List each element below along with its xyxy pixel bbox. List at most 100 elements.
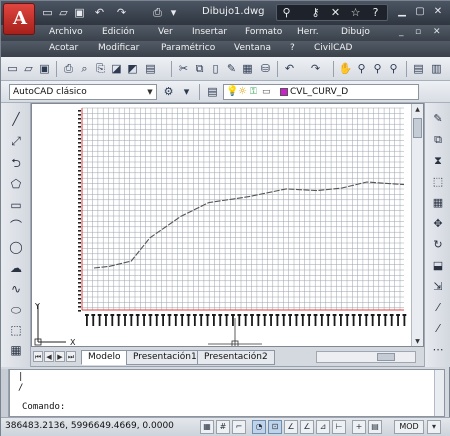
copy-icon[interactable]: ⧉ <box>192 61 207 76</box>
polar-icon[interactable]: ◔ <box>252 420 266 434</box>
properties-icon[interactable]: ▤ <box>411 61 426 76</box>
first-tab-icon[interactable]: ⏮ <box>33 351 43 362</box>
tray-settings-icon[interactable]: ▾ <box>427 420 441 434</box>
new-icon[interactable]: ▭ <box>41 6 54 19</box>
menu-parametrico[interactable]: Paramétrico <box>161 43 215 53</box>
horizontal-scrollbar[interactable] <box>316 351 416 363</box>
rotate-icon[interactable]: ↻ <box>430 237 446 253</box>
arc-icon[interactable]: ⌒ <box>8 218 24 234</box>
help-icon[interactable]: ? <box>369 6 382 19</box>
redo-tool-icon[interactable]: ↷ <box>308 61 323 76</box>
match-properties-icon[interactable]: ✎ <box>224 61 239 76</box>
doc-close-icon[interactable]: ✕ <box>433 27 441 37</box>
drawing-area[interactable]: Y X ▲ ▼ <box>31 103 424 347</box>
exchange-icon[interactable]: ✕ <box>329 6 342 19</box>
menu-archivo[interactable]: Archivo <box>49 27 83 37</box>
grid-icon[interactable]: # <box>216 420 230 434</box>
doc-minimize-icon[interactable]: _ <box>399 27 404 37</box>
otrack-icon[interactable]: ∠ <box>300 420 314 434</box>
zoom-realtime-icon[interactable]: ⚲ <box>354 61 369 76</box>
block-editor-icon[interactable]: ▦ <box>240 61 255 76</box>
insert-block-icon[interactable]: ⬚ <box>8 322 24 338</box>
application-menu-button[interactable]: A <box>3 3 35 35</box>
line-icon[interactable]: ╱ <box>8 111 24 127</box>
command-prompt[interactable]: Comando: <box>22 402 65 412</box>
undo-tool-icon[interactable]: ↶ <box>282 61 297 76</box>
hatch-icon[interactable]: ▦ <box>8 342 24 358</box>
construction-line-icon[interactable]: ⤢ <box>8 133 24 149</box>
prev-tab-icon[interactable]: ◀ <box>44 351 54 362</box>
rectangle-icon[interactable]: ▭ <box>8 197 24 213</box>
plot-icon[interactable]: ⎙ <box>151 6 164 19</box>
3d-dwf-icon[interactable]: ◪ <box>109 61 124 76</box>
star-icon[interactable]: ☆ <box>349 6 362 19</box>
dyn-icon[interactable]: ⊢ <box>332 420 346 434</box>
zoom-window-icon[interactable]: ⚲ <box>370 61 385 76</box>
menu-ver[interactable]: Ver <box>158 27 173 37</box>
trim-icon[interactable]: ⁄ <box>430 300 446 316</box>
close-icon[interactable]: ✕ <box>431 5 445 19</box>
mirror-icon[interactable]: ⧗ <box>430 153 446 169</box>
menu-acotar[interactable]: Acotar <box>49 43 78 53</box>
menu-ayuda[interactable]: ? <box>290 43 295 53</box>
offset-icon[interactable]: ⬚ <box>430 174 446 190</box>
next-tab-icon[interactable]: ▶ <box>55 351 65 362</box>
etransmit-icon[interactable]: ◩ <box>125 61 140 76</box>
open-icon[interactable]: ▱ <box>57 6 70 19</box>
vertical-scrollbar[interactable]: ▲ ▼ <box>411 104 423 346</box>
command-scrollbar[interactable] <box>434 370 444 416</box>
command-window-grip[interactable] <box>1 369 9 417</box>
revcloud-icon[interactable]: ☁ <box>8 260 24 276</box>
workspace-settings-icon[interactable]: ⚙ <box>161 84 176 99</box>
spline-icon[interactable]: ∿ <box>8 281 24 297</box>
qnew-icon[interactable]: ▭ <box>5 61 20 76</box>
cut-icon[interactable]: ✂ <box>176 61 191 76</box>
doc-restore-icon[interactable]: ▫ <box>415 27 421 37</box>
scale-icon[interactable]: ⬓ <box>430 258 446 274</box>
lineweight-icon[interactable]: + <box>352 420 366 434</box>
undo-icon[interactable]: ↶ <box>93 6 106 19</box>
scroll-thumb[interactable] <box>413 118 422 138</box>
copy-object-icon[interactable]: ⧉ <box>430 132 446 148</box>
binoculars-icon[interactable]: ⚲ <box>280 6 293 19</box>
polygon-icon[interactable]: ⬠ <box>8 176 24 192</box>
stretch-icon[interactable]: ⇲ <box>430 279 446 295</box>
save-icon[interactable]: ▣ <box>73 6 86 19</box>
menu-edicion[interactable]: Edición <box>102 27 135 37</box>
layer-select[interactable]: 💡 ☼ ⚿ ▭ CVL_CURV_D <box>223 84 419 100</box>
menu-insertar[interactable]: Insertar <box>192 27 227 37</box>
tab-presentacion1[interactable]: Presentación1 <box>126 350 204 365</box>
qp-icon[interactable]: ▤ <box>368 420 382 434</box>
pdf-icon[interactable]: ▤ <box>143 61 158 76</box>
menu-modificar[interactable]: Modificar <box>98 43 139 53</box>
print-preview-icon[interactable]: ⌕ <box>77 61 92 76</box>
print-icon[interactable]: ⎙ <box>61 61 76 76</box>
polyline-icon[interactable]: ⮌ <box>8 155 24 171</box>
circle-icon[interactable]: ◯ <box>8 239 24 255</box>
restore-icon[interactable]: ▢ <box>413 5 427 19</box>
scroll-up-icon[interactable]: ▲ <box>413 105 422 115</box>
menu-ventana[interactable]: Ventana <box>234 43 271 53</box>
3d-osnap-icon[interactable]: ∠ <box>284 420 298 434</box>
ellipse-icon[interactable]: ⬭ <box>8 302 24 318</box>
tab-presentacion2[interactable]: Presentación2 <box>197 350 275 365</box>
menu-herr[interactable]: Herr. <box>297 27 319 37</box>
array-icon[interactable]: ▦ <box>430 195 446 211</box>
layer-manager-icon[interactable]: ▤ <box>205 84 220 99</box>
key-icon[interactable]: ⚷ <box>309 6 322 19</box>
minimize-icon[interactable]: ▁ <box>395 5 409 19</box>
workspace-lock-icon[interactable]: ▾ <box>179 84 194 99</box>
workspace-select[interactable]: AutoCAD clásico ▼ <box>9 84 157 100</box>
menu-civilcad[interactable]: CivilCAD <box>314 43 352 53</box>
erase-icon[interactable]: ✎ <box>430 111 446 127</box>
design-center-icon[interactable]: ▥ <box>429 61 444 76</box>
ducs-icon[interactable]: ⊿ <box>316 420 330 434</box>
move-icon[interactable]: ✥ <box>430 216 446 232</box>
last-tab-icon[interactable]: ⏭ <box>66 351 76 362</box>
open-file-icon[interactable]: ▱ <box>21 61 36 76</box>
extend-icon[interactable]: ⁄ <box>430 321 446 337</box>
bucket-icon[interactable]: ⛁ <box>258 61 273 76</box>
tab-modelo[interactable]: Modelo <box>81 350 128 365</box>
scroll-thumb[interactable] <box>377 353 395 361</box>
model-space-button[interactable]: MOD <box>394 420 424 434</box>
